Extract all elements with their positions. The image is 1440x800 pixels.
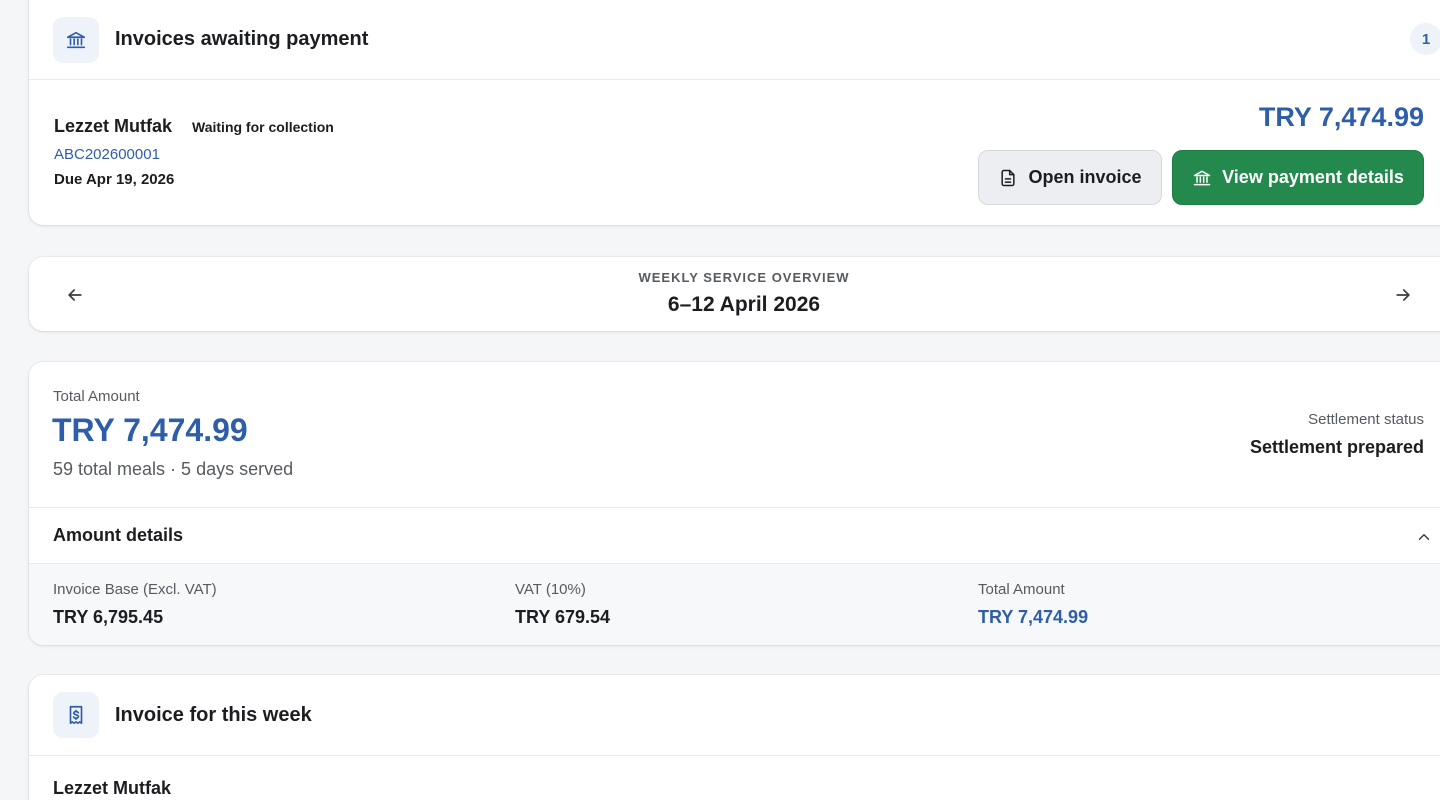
meals-summary: 59 total meals · 5 days served	[53, 459, 294, 479]
view-payment-details-label: View payment details	[1222, 167, 1404, 187]
awaiting-payment-header: Invoices awaiting payment 1	[29, 0, 1440, 80]
open-invoice-button[interactable]: Open invoice	[978, 150, 1162, 205]
detail-total-cell: Total Amount TRY 7,474.99	[978, 581, 1088, 628]
detail-total-label: Total Amount	[978, 581, 1065, 598]
vat-cell: VAT (10%) TRY 679.54	[515, 581, 610, 628]
settlement-status-value: Settlement prepared	[1249, 437, 1424, 457]
amount-details-grid: Invoice Base (Excl. VAT) TRY 6,795.45 VA…	[29, 564, 1440, 645]
week-invoice-vendor: Lezzet Mutfak	[53, 778, 172, 798]
awaiting-count-badge: 1	[1410, 23, 1440, 55]
vat-label: VAT (10%)	[515, 581, 586, 598]
week-range: 6–12 April 2026	[667, 293, 821, 316]
detail-total-value: TRY 7,474.99	[978, 607, 1089, 627]
invoice-amount: TRY 7,474.99	[1258, 102, 1424, 132]
bank-icon	[1193, 170, 1211, 185]
open-invoice-label: Open invoice	[1028, 167, 1142, 187]
invoice-status: Waiting for collection	[192, 119, 334, 135]
invoice-due-date: Due Apr 19, 2026	[54, 171, 175, 188]
chevron-up-icon	[1418, 534, 1430, 540]
receipt-icon	[53, 692, 99, 738]
awaiting-invoice-item: Lezzet Mutfak Waiting for collection ABC…	[29, 80, 1440, 224]
invoice-number-link[interactable]: ABC202600001	[54, 146, 160, 163]
view-payment-details-button[interactable]: View payment details	[1172, 150, 1424, 205]
total-amount-label: Total Amount	[53, 388, 140, 405]
awaiting-payment-title: Invoices awaiting payment	[115, 28, 369, 50]
next-week-button[interactable]	[1387, 279, 1419, 311]
total-amount-value: TRY 7,474.99	[52, 412, 248, 448]
week-invoice-card: Invoice for this week Lezzet Mutfak	[29, 675, 1440, 800]
document-icon	[1001, 169, 1016, 186]
invoice-base-cell: Invoice Base (Excl. VAT) TRY 6,795.45	[53, 581, 217, 628]
arrow-right-icon	[1396, 289, 1410, 301]
awaiting-payment-card: Invoices awaiting payment 1 Lezzet Mutfa…	[29, 0, 1440, 225]
settlement-status-label: Settlement status	[1308, 411, 1424, 428]
vendor-name: Lezzet Mutfak	[54, 116, 173, 136]
week-caption: WEEKLY SERVICE OVERVIEW	[638, 270, 850, 285]
vat-value: TRY 679.54	[515, 607, 611, 627]
week-navigator-card: WEEKLY SERVICE OVERVIEW 6–12 April 2026	[29, 257, 1440, 331]
week-invoice-title: Invoice for this week	[115, 703, 312, 726]
invoice-base-value: TRY 6,795.45	[53, 607, 164, 627]
amount-details-toggle[interactable]: Amount details	[29, 507, 1440, 564]
bank-icon	[53, 16, 99, 63]
invoice-base-label: Invoice Base (Excl. VAT)	[53, 581, 217, 598]
amount-details-title: Amount details	[53, 525, 184, 545]
week-invoice-header: Invoice for this week	[29, 675, 1440, 756]
weekly-totals-card: Total Amount TRY 7,474.99 59 total meals…	[29, 362, 1440, 645]
